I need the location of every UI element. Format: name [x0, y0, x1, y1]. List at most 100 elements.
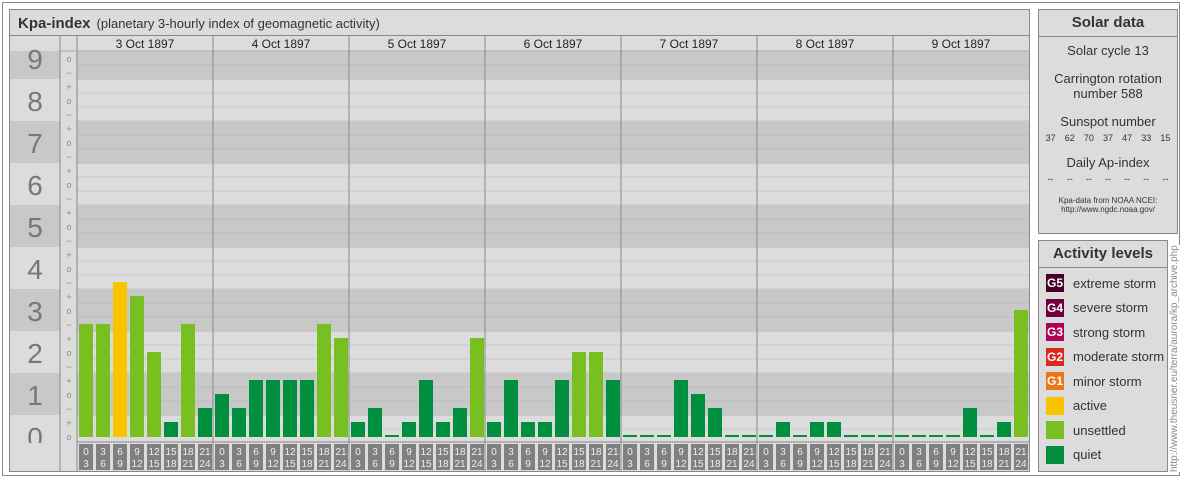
interval-end: 6: [508, 459, 514, 470]
interval-start: 12: [284, 447, 296, 458]
kp-bar: [198, 408, 212, 437]
legend-item: G3 strong storm: [1039, 320, 1167, 345]
kp-bar: [385, 435, 399, 437]
interval-start: 3: [644, 447, 650, 458]
interval-start: 18: [182, 447, 194, 458]
third-mark: o: [66, 306, 71, 316]
kp-bar: [232, 408, 246, 437]
kp-band: [77, 331, 1029, 373]
third-mark: +: [66, 292, 71, 302]
legend-label: active: [1073, 398, 1107, 414]
interval-end: 15: [556, 459, 568, 470]
interval-end: 12: [131, 459, 143, 470]
interval-start: 3: [508, 447, 514, 458]
kp-page: Kpa-index (planetary 3-hourly index of ge…: [0, 0, 1184, 480]
y-tick-label: 2: [27, 338, 43, 369]
interval-end: 15: [420, 459, 432, 470]
interval-end: 15: [148, 459, 160, 470]
third-mark: −: [66, 152, 71, 162]
interval-end: 24: [471, 459, 483, 470]
interval-start: 15: [573, 447, 585, 458]
interval-start: 9: [814, 447, 820, 458]
legend-label: extreme storm: [1073, 275, 1157, 291]
kp-bar: [1014, 310, 1028, 437]
interval-end: 6: [644, 459, 650, 470]
interval-start: 6: [933, 447, 939, 458]
source-label: Kpa-data from NOAA NCEI:: [1058, 196, 1158, 205]
kp-bar: [963, 408, 977, 437]
interval-end: 9: [661, 459, 667, 470]
kp-bar: [419, 380, 433, 437]
axis-bottom-bg: [10, 443, 60, 471]
interval-start: 0: [355, 447, 361, 458]
kp-bar: [266, 380, 280, 437]
interval-end: 3: [219, 459, 225, 470]
kp-bar: [113, 282, 127, 437]
interval-start: 15: [165, 447, 177, 458]
kp-bar: [147, 352, 161, 437]
kp-bar: [521, 422, 535, 437]
day-label: 5 Oct 1897: [388, 37, 447, 51]
interval-start: 9: [270, 447, 276, 458]
kp-bar: [300, 380, 314, 437]
legend-swatch: G2: [1046, 347, 1064, 366]
third-mark: −: [66, 404, 71, 414]
interval-end: 15: [284, 459, 296, 470]
kp-bar: [453, 408, 467, 437]
interval-end: 21: [998, 459, 1010, 470]
kp-bar: [810, 422, 824, 437]
sunspot-value: 15: [1160, 133, 1171, 143]
kp-bar: [997, 422, 1011, 437]
sunspot-value: 62: [1064, 133, 1075, 143]
interval-end: 6: [372, 459, 378, 470]
day-label: 9 Oct 1897: [932, 37, 991, 51]
interval-start: 6: [797, 447, 803, 458]
interval-end: 18: [573, 459, 585, 470]
interval-start: 15: [437, 447, 449, 458]
interval-start: 21: [879, 447, 891, 458]
sunspot-values: 37 62 70 37 47 33 15: [1039, 133, 1177, 143]
interval-start: 6: [253, 447, 259, 458]
interval-start: 21: [1015, 447, 1027, 458]
third-mark: +: [66, 418, 71, 428]
carrington-number: number 588: [1073, 86, 1143, 101]
ap-value: --: [1047, 174, 1054, 184]
kp-bar: [844, 435, 858, 437]
kp-bar: [980, 435, 994, 437]
legend-swatch: G5: [1046, 274, 1064, 293]
carrington-label: Carrington rotation: [1054, 71, 1162, 86]
y-tick-label: 7: [27, 128, 43, 159]
legend-swatch: [1046, 421, 1064, 440]
interval-start: 9: [406, 447, 412, 458]
interval-start: 12: [148, 447, 160, 458]
third-mark: o: [66, 138, 71, 148]
y-tick-label: 4: [27, 254, 43, 285]
source-link[interactable]: http://www.ngdc.noaa.gov/: [1039, 205, 1177, 214]
interval-start: 0: [83, 447, 89, 458]
legend-item: active: [1039, 394, 1167, 419]
kp-bar: [606, 380, 620, 437]
interval-end: 24: [607, 459, 619, 470]
kp-bar: [249, 380, 263, 437]
third-mark: o: [66, 54, 71, 64]
sunspot-value: 37: [1045, 133, 1056, 143]
interval-end: 3: [83, 459, 89, 470]
interval-start: 15: [981, 447, 993, 458]
kp-band: [77, 163, 1029, 205]
legend-title: Activity levels: [1039, 241, 1167, 268]
day-label: 3 Oct 1897: [116, 37, 175, 51]
kp-bar: [334, 338, 348, 437]
interval-start: 9: [678, 447, 684, 458]
interval-start: 18: [862, 447, 874, 458]
kp-bar: [878, 435, 892, 437]
interval-end: 24: [335, 459, 347, 470]
kp-bar: [861, 435, 875, 437]
solar-data-panel: Solar data Solar cycle 13 Carrington rot…: [1038, 9, 1178, 234]
kp-bar: [827, 422, 841, 437]
interval-start: 6: [525, 447, 531, 458]
third-mark: −: [66, 68, 71, 78]
kp-bar: [572, 352, 586, 437]
interval-start: 9: [542, 447, 548, 458]
kp-bar: [130, 296, 144, 437]
third-mark: o: [66, 390, 71, 400]
